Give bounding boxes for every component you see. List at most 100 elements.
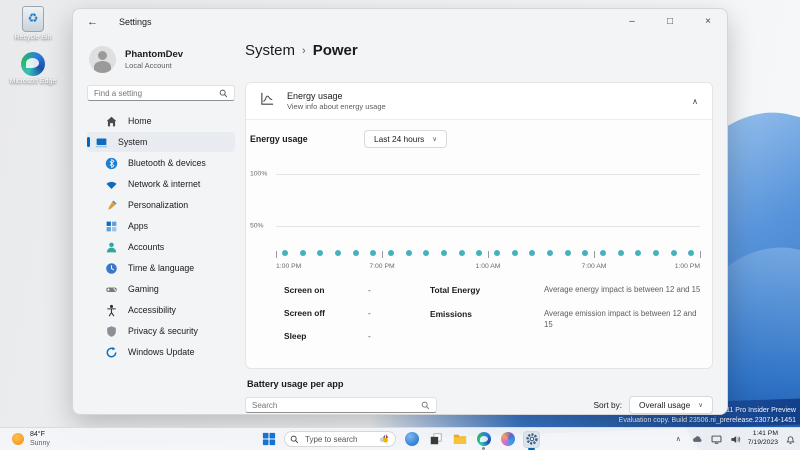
breadcrumb-parent[interactable]: System [245, 42, 295, 59]
edge-icon [21, 52, 45, 76]
gridline-50 [276, 226, 700, 227]
stat-value: - [368, 285, 371, 295]
data-point [281, 250, 288, 256]
sidebar-item-personalization[interactable]: Personalization [87, 195, 235, 215]
tray-time: 1:41 PM [752, 430, 778, 438]
sort-dropdown[interactable]: Overall usage ∨ [629, 396, 713, 414]
sidebar-item-time-language[interactable]: Time & language [87, 258, 235, 278]
weather-widget[interactable]: 84°F Sunny [6, 428, 56, 450]
start-button[interactable] [260, 431, 277, 448]
data-point [511, 250, 518, 256]
sidebar-item-accessibility[interactable]: Accessibility [87, 300, 235, 320]
sidebar-item-privacy-security[interactable]: Privacy & security [87, 321, 235, 341]
search-icon [219, 89, 228, 97]
stat-value: - [368, 331, 371, 341]
x-tick-label: 1:00 AM [475, 263, 501, 270]
desktop: Recycle Bin Microsoft Edge Windows 11 Pr… [0, 0, 800, 450]
data-point [493, 250, 500, 256]
data-point [423, 250, 430, 256]
stat-row-emissions: Emissions Average emission impact is betw… [430, 309, 702, 331]
data-point [617, 250, 624, 256]
x-tick-label: 7:00 AM [581, 263, 607, 270]
sidebar-item-home[interactable]: Home [87, 111, 235, 131]
sidebar-item-label: Personalization [128, 200, 189, 210]
chevron-down-icon: ∨ [698, 402, 703, 409]
edge-button[interactable] [475, 431, 492, 450]
avatar [89, 46, 116, 73]
data-point [688, 250, 695, 256]
notification-bell-icon[interactable] [784, 433, 797, 446]
weather-temp: 84°F [30, 430, 45, 438]
time-range-dropdown[interactable]: Last 24 hours ∨ [364, 130, 448, 148]
sidebar-item-apps[interactable]: Apps [87, 216, 235, 236]
copilot-icon [500, 432, 515, 446]
stat-value: Average emission impact is between 12 an… [544, 308, 697, 329]
breadcrumb: System › Power [245, 42, 713, 59]
stat-row-screen-off: Screen off - [284, 308, 430, 318]
data-point [317, 250, 324, 256]
settings-taskbar-button[interactable] [523, 430, 540, 450]
sidebar: PhantomDev Local Account Home System Bluet… [73, 34, 245, 414]
settings-search[interactable] [87, 85, 235, 101]
data-point [635, 250, 642, 256]
app-search-input[interactable] [252, 400, 421, 410]
onedrive-icon[interactable] [691, 433, 704, 446]
data-point [387, 250, 394, 256]
x-tick [276, 251, 277, 258]
app-search[interactable] [245, 397, 437, 413]
energy-usage-card-header[interactable]: Energy usage View info about energy usag… [246, 83, 712, 120]
copilot-button[interactable] [499, 431, 516, 448]
sidebar-item-label: Apps [128, 221, 149, 231]
sidebar-nav: Home System Bluetooth & devices Network & i… [87, 111, 235, 362]
settings-window: ← Settings – □ × PhantomDev Local Accoun… [72, 8, 728, 415]
taskbar-search[interactable]: Type to search [284, 431, 396, 447]
sidebar-item-system[interactable]: System [87, 132, 235, 152]
system-icon [95, 136, 108, 149]
settings-gear-icon [525, 433, 538, 445]
sidebar-item-bluetooth-devices[interactable]: Bluetooth & devices [87, 153, 235, 173]
x-tick-label: 1:00 PM [276, 263, 302, 270]
desktop-icon-label: Recycle Bin [14, 34, 52, 41]
data-point [652, 250, 659, 256]
page-title: Power [312, 42, 358, 59]
energy-usage-card: Energy usage View info about energy usag… [245, 82, 713, 369]
user-account-type: Local Account [125, 61, 172, 70]
back-button[interactable]: ← [87, 16, 107, 28]
volume-icon[interactable] [729, 433, 742, 446]
minimize-button[interactable]: – [613, 9, 651, 34]
sidebar-item-label: Privacy & security [128, 326, 198, 336]
sidebar-item-windows-update[interactable]: Windows Update [87, 342, 235, 362]
selected-accent-bar [87, 137, 90, 147]
maximize-button[interactable]: □ [651, 9, 689, 34]
chevron-up-icon[interactable]: ∧ [692, 97, 698, 106]
gridline-100 [276, 174, 700, 175]
user-account[interactable]: PhantomDev Local Account [87, 40, 235, 85]
accounts-icon [105, 241, 118, 254]
stat-label: Emissions [430, 308, 472, 319]
data-point [458, 250, 465, 256]
x-tick [382, 251, 383, 258]
search-icon [290, 435, 299, 443]
data-point [564, 250, 571, 256]
sidebar-item-accounts[interactable]: Accounts [87, 237, 235, 257]
energy-stats: Screen on - Screen off - Sleep - Total Energy… [246, 281, 712, 368]
file-explorer-button[interactable] [451, 431, 468, 448]
widgets-button[interactable] [403, 431, 420, 448]
sidebar-item-gaming[interactable]: Gaming [87, 279, 235, 299]
settings-search-input[interactable] [94, 88, 219, 98]
taskbar: 84°F Sunny Type to search ∧ 1:41 PM 7/19… [0, 427, 800, 450]
stat-label: Sleep [284, 331, 307, 341]
display-icon[interactable] [710, 433, 723, 446]
desktop-icon-recycle-bin[interactable]: Recycle Bin [2, 6, 64, 43]
close-button[interactable]: × [689, 9, 727, 34]
clock[interactable]: 1:41 PM 7/19/2023 [748, 430, 778, 448]
window-title: Settings [119, 16, 152, 27]
chart-dots [276, 249, 701, 259]
task-view-button[interactable] [427, 431, 444, 448]
tray-chevron-icon[interactable]: ∧ [672, 433, 685, 446]
desktop-icon-microsoft-edge[interactable]: Microsoft Edge [2, 52, 64, 87]
sidebar-item-network-internet[interactable]: Network & internet [87, 174, 235, 194]
ytick-50: 50% [250, 222, 264, 230]
gaming-icon [105, 283, 118, 296]
x-tick [594, 251, 595, 258]
